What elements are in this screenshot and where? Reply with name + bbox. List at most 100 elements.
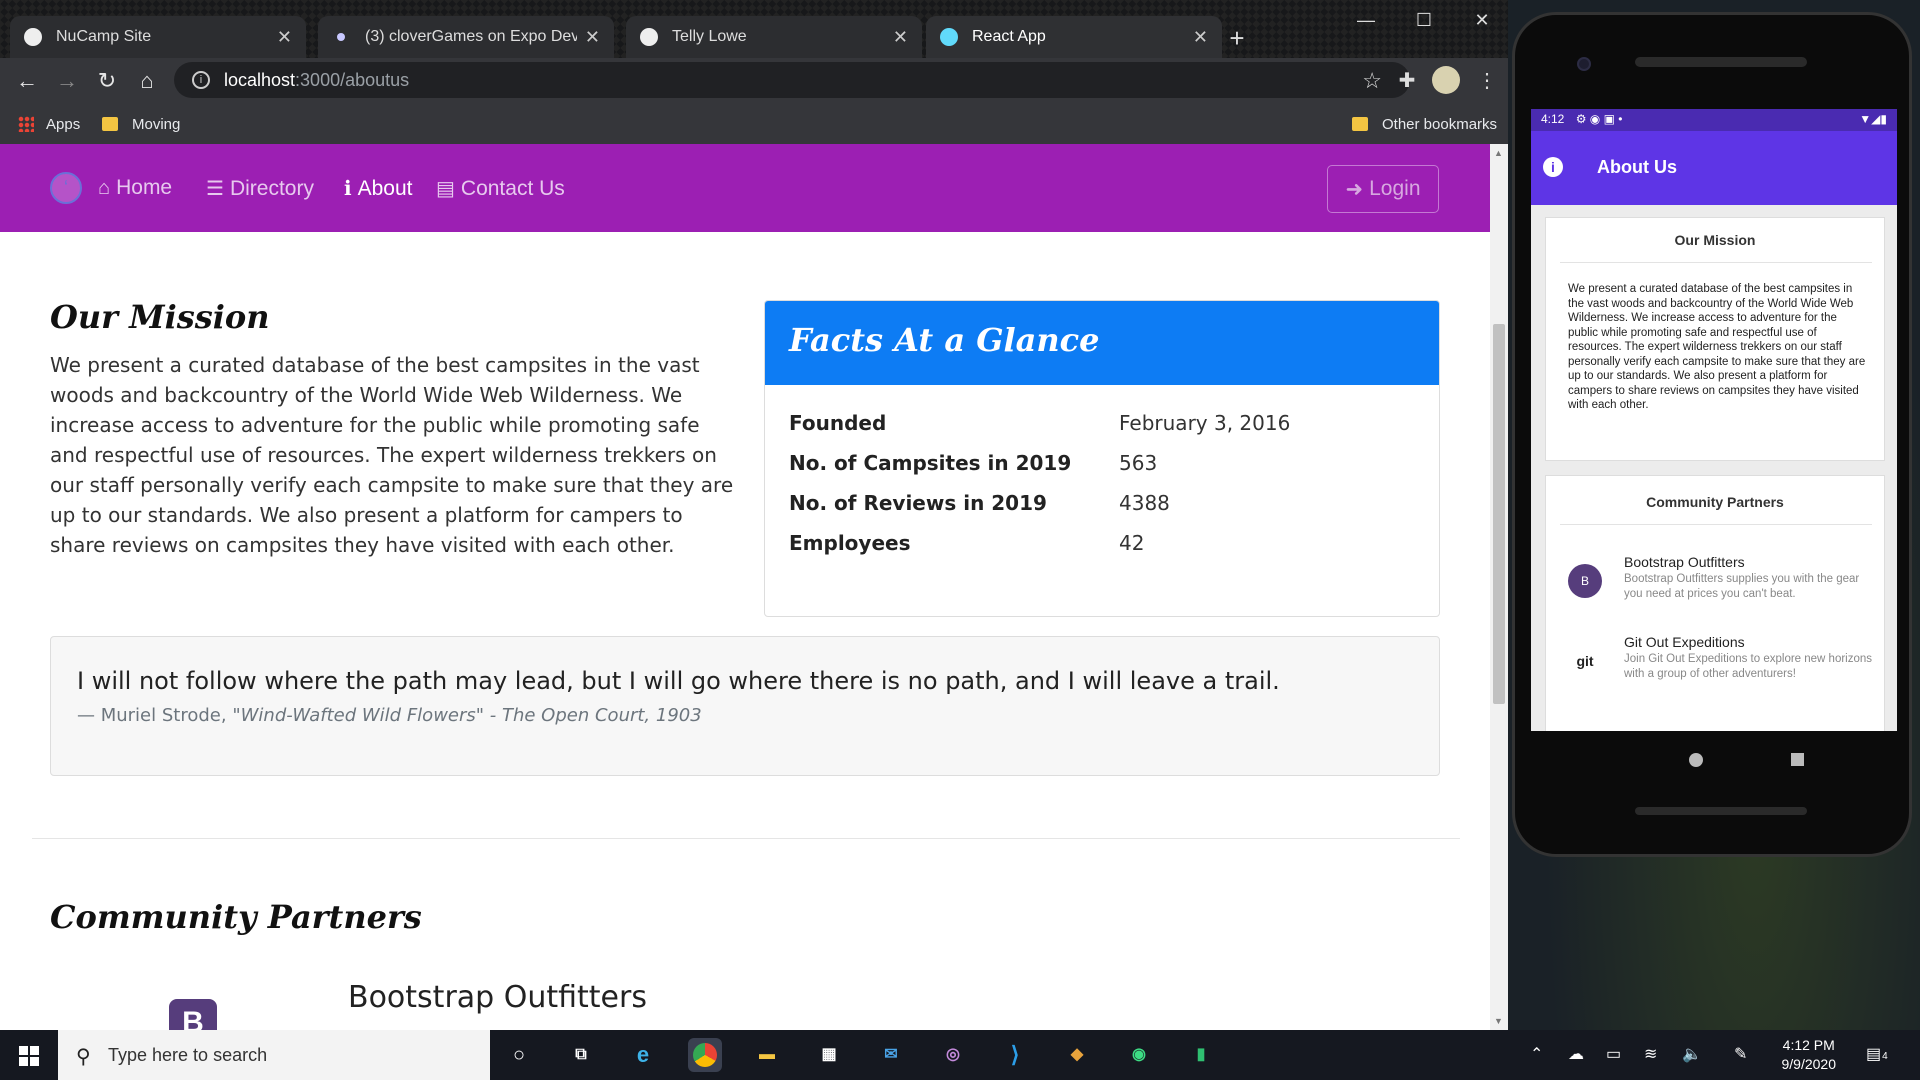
nav-contact[interactable]: ▤ Contact Us — [436, 176, 565, 201]
facts-card: Facts At a Glance Founded February 3, 20… — [764, 300, 1440, 617]
app-bar: i About Us — [1531, 131, 1897, 205]
tab-label: Telly Lowe — [672, 28, 747, 45]
close-tab-icon[interactable]: ✕ — [277, 27, 292, 48]
pen-icon[interactable]: ✎ — [1734, 1044, 1747, 1064]
quote-work: "Wind-Wafted Wild Flowers" - The Open Co… — [232, 705, 702, 726]
profile-avatar[interactable] — [1432, 66, 1462, 96]
address-bar[interactable]: i localhost:3000/aboutus ☆ — [174, 62, 1410, 98]
maximize-button[interactable]: ☐ — [1398, 4, 1450, 36]
home-circle-icon[interactable] — [1689, 753, 1703, 767]
nav-label: About — [357, 176, 413, 200]
camera-icon — [1577, 57, 1591, 71]
web-page: ʻ ⌂ Home ☰ Directory ℹ About ▤ Contact U… — [0, 144, 1490, 1030]
folder-icon — [102, 117, 118, 131]
mission-text: We present a curated database of the bes… — [1568, 283, 1866, 411]
home-icon[interactable]: ⌂ — [132, 66, 162, 96]
nav-home[interactable]: ⌂ Home — [98, 176, 172, 200]
menu-dots-icon[interactable]: ⋮ — [1472, 66, 1502, 96]
fact-value: 42 — [1119, 531, 1145, 555]
tab-label: NuCamp Site — [56, 28, 152, 45]
bookmark-other[interactable]: Other bookmarks — [1352, 104, 1497, 144]
edge-icon[interactable]: e — [626, 1038, 660, 1072]
taskbar-search[interactable]: ⚲ Type here to search — [58, 1030, 490, 1080]
tray-chevron-icon[interactable]: ⌃ — [1530, 1044, 1543, 1064]
android-emulator: 4:12 ⚙ ◉ ▣ • ▼◢▮ i About Us Our Mission … — [1512, 12, 1912, 857]
notepad-app-icon[interactable]: ▮ — [1184, 1038, 1218, 1072]
close-tab-icon[interactable]: ✕ — [1193, 27, 1208, 48]
battery-icon[interactable]: ▭ — [1606, 1044, 1621, 1064]
vscode-icon[interactable]: ⟩ — [998, 1038, 1032, 1072]
mail-icon[interactable]: ✉ — [874, 1038, 908, 1072]
notifications-icon[interactable]: ▤4 — [1866, 1044, 1888, 1064]
battery-icon: ▼◢▮ — [1859, 112, 1887, 126]
partner-name: Bootstrap Outfitters — [348, 980, 647, 1015]
close-tab-icon[interactable]: ✕ — [893, 27, 908, 48]
clock-date: 9/9/2020 — [1781, 1056, 1837, 1072]
fact-label: No. of Reviews in 2019 — [789, 491, 1047, 515]
chrome-icon[interactable] — [688, 1038, 722, 1072]
partner-avatar: git — [1568, 644, 1602, 678]
sign-in-icon: ➜ — [1345, 177, 1364, 201]
task-view-icon[interactable]: ⧉ — [564, 1038, 598, 1072]
volume-icon[interactable]: 🔈 — [1682, 1044, 1702, 1064]
start-button[interactable] — [0, 1030, 58, 1080]
card-title: Community Partners — [1646, 494, 1784, 510]
info-icon[interactable]: i — [192, 71, 210, 89]
onedrive-icon[interactable]: ☁ — [1568, 1044, 1584, 1064]
partner-avatar: B — [1568, 564, 1602, 598]
new-tab-button[interactable]: + — [1220, 24, 1254, 54]
bookmark-label: Moving — [132, 115, 181, 133]
mission-card: Our Mission We present a curated databas… — [1545, 217, 1885, 461]
scroll-thumb[interactable] — [1493, 324, 1505, 704]
tab-label: (3) cloverGames on Expo Develop — [365, 28, 577, 45]
close-tab-icon[interactable]: ✕ — [585, 27, 600, 48]
nav-directory[interactable]: ☰ Directory — [206, 176, 314, 201]
quote-card: I will not follow where the path may lea… — [50, 636, 1440, 776]
extensions-puzzle-icon[interactable]: ✚ — [1392, 66, 1422, 96]
info-icon[interactable]: i — [1543, 157, 1563, 177]
section-divider — [32, 838, 1460, 839]
scroll-up-icon[interactable]: ▲ — [1494, 148, 1503, 158]
back-arrow-icon[interactable]: ← — [12, 66, 42, 96]
cortana-icon[interactable]: ○ — [502, 1038, 536, 1072]
bookmark-star-icon[interactable]: ☆ — [1362, 68, 1382, 94]
browser-toolbar: ← → ↻ ⌂ i localhost:3000/aboutus ☆ ✚ ⋮ — [0, 58, 1508, 104]
android-studio-icon[interactable]: ◉ — [1122, 1038, 1156, 1072]
minimize-button[interactable]: — — [1340, 4, 1392, 36]
bookmark-label: Other bookmarks — [1382, 115, 1498, 133]
android-nav-bar — [1531, 731, 1897, 801]
file-explorer-icon[interactable]: ▬ — [750, 1038, 784, 1072]
bookmark-apps[interactable]: Apps — [18, 104, 80, 144]
reload-icon[interactable]: ↻ — [92, 66, 122, 96]
quote-source: — Muriel Strode, "Wind-Wafted Wild Flowe… — [77, 705, 702, 726]
partner-description: Bootstrap Outfitters supplies you with t… — [1624, 573, 1860, 600]
wifi-icon[interactable]: ≋ — [1644, 1044, 1657, 1064]
scroll-down-icon[interactable]: ▼ — [1494, 1016, 1503, 1026]
site-navbar: ʻ ⌂ Home ☰ Directory ℹ About ▤ Contact U… — [0, 144, 1490, 232]
git-kraken-icon[interactable]: ◆ — [1060, 1038, 1094, 1072]
status-bar: 4:12 ⚙ ◉ ▣ • ▼◢▮ — [1531, 109, 1897, 131]
partner-description: Join Git Out Expeditions to explore new … — [1624, 653, 1873, 680]
page-scrollbar[interactable]: ▲ ▼ — [1490, 144, 1508, 1030]
bookmarks-bar: Apps Moving Other bookmarks — [0, 104, 1508, 144]
github-desktop-icon[interactable]: ◎ — [936, 1038, 970, 1072]
bookmark-moving[interactable]: Moving — [102, 104, 180, 144]
expo-icon — [337, 33, 345, 41]
forward-arrow-icon[interactable]: → — [52, 66, 82, 96]
phone-chin — [1635, 807, 1807, 815]
apps-grid-icon — [18, 116, 34, 132]
close-window-button[interactable]: ✕ — [1456, 4, 1508, 36]
tab-telly-lowe[interactable]: Telly Lowe ✕ — [626, 16, 922, 58]
login-button[interactable]: ➜ Login — [1327, 165, 1439, 213]
speaker-grille — [1635, 57, 1807, 67]
tab-nucamp-site[interactable]: NuCamp Site ✕ — [10, 16, 306, 58]
store-icon[interactable]: ▦ — [812, 1038, 846, 1072]
tab-expo-developer[interactable]: (3) cloverGames on Expo Develop ✕ — [318, 16, 614, 58]
recents-square-icon[interactable] — [1791, 753, 1804, 766]
nav-about[interactable]: ℹ About — [344, 176, 413, 201]
fact-value: 4388 — [1119, 491, 1170, 515]
quote-text: I will not follow where the path may lea… — [77, 667, 1280, 695]
tab-react-app[interactable]: React App ✕ — [926, 16, 1222, 58]
nucamp-logo[interactable]: ʻ — [50, 172, 82, 204]
system-clock[interactable]: 4:12 PM 9/9/2020 — [1782, 1036, 1837, 1074]
